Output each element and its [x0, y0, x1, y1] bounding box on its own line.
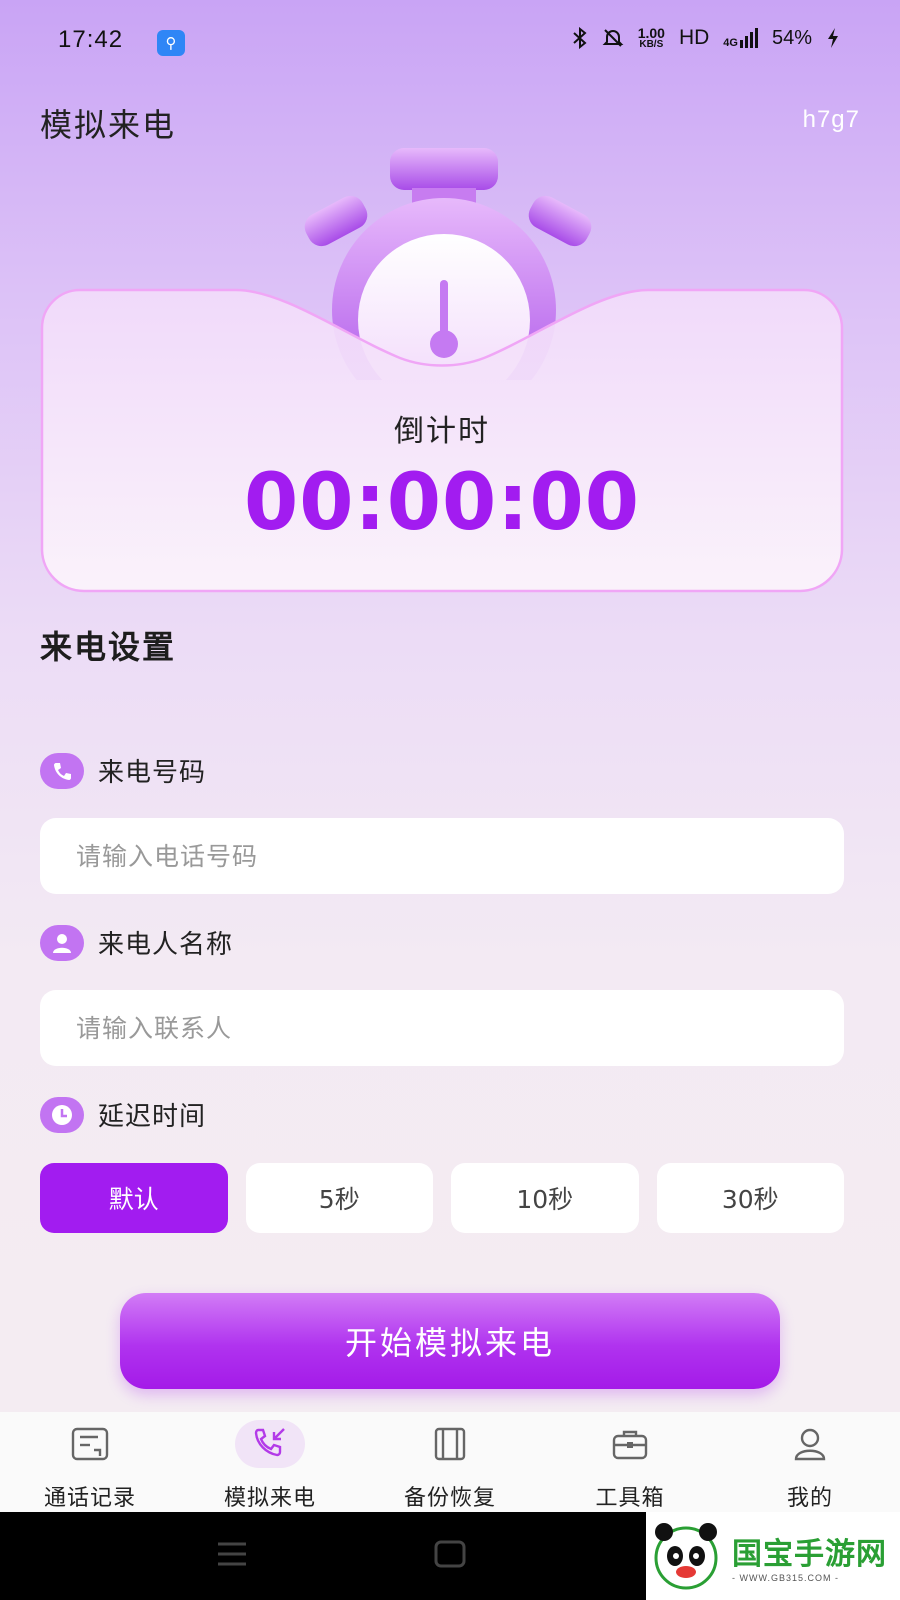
- bottom-nav: 通话记录 模拟来电 备份恢复 工具箱 我的: [0, 1412, 900, 1512]
- nav-label: 备份恢复: [403, 1486, 496, 1511]
- start-simulation-button[interactable]: 开始模拟来电: [120, 1293, 780, 1389]
- nav-label: 通话记录: [43, 1486, 136, 1511]
- phone-label: 来电号码: [98, 758, 207, 788]
- delay-options: 默认 5秒 10秒 30秒: [40, 1163, 844, 1233]
- home-icon[interactable]: [434, 1540, 466, 1568]
- call-log-icon: [55, 1420, 125, 1468]
- backup-icon: [415, 1420, 485, 1468]
- nav-item-call-log[interactable]: 通话记录: [0, 1412, 180, 1512]
- phone-icon: [40, 752, 84, 789]
- watermark-logo: 国宝手游网 - WWW.GB315.COM -: [646, 1512, 900, 1600]
- contact-icon: [40, 924, 84, 961]
- signal-icon: 4G: [723, 28, 758, 49]
- clock-icon: [40, 1096, 84, 1133]
- profile-icon: [775, 1420, 845, 1468]
- nav-item-profile[interactable]: 我的: [720, 1412, 900, 1512]
- phone-label-row: 来电号码: [40, 752, 206, 789]
- watermark-url: - WWW.GB315.COM -: [732, 1573, 839, 1583]
- caller-input[interactable]: [40, 990, 844, 1066]
- nav-label: 模拟来电: [223, 1486, 316, 1511]
- caller-label-row: 来电人名称: [40, 924, 233, 961]
- section-title: 来电设置: [40, 628, 177, 666]
- nav-label: 工具箱: [595, 1486, 665, 1511]
- nav-item-toolbox[interactable]: 工具箱: [540, 1412, 720, 1512]
- charging-icon: [828, 28, 838, 48]
- net-speed: 1.00 KB/S: [637, 25, 665, 50]
- incoming-call-icon: [235, 1420, 305, 1468]
- caller-input-box[interactable]: [40, 990, 844, 1066]
- countdown-label: 倒计时: [394, 414, 490, 449]
- delay-label-row: 延迟时间: [40, 1096, 206, 1133]
- nav-item-backup[interactable]: 备份恢复: [360, 1412, 540, 1512]
- menu-icon[interactable]: [216, 1540, 248, 1568]
- usb-icon: ⚲: [157, 30, 185, 56]
- hd-indicator: HD: [678, 26, 710, 49]
- panda-icon: [654, 1523, 718, 1590]
- page-title: 模拟来电: [40, 106, 177, 144]
- user-code[interactable]: h7g7: [803, 106, 860, 134]
- mute-bell-icon: [602, 29, 624, 47]
- countdown-timer: 00:00:00: [243, 458, 641, 548]
- nav-item-simulate-call[interactable]: 模拟来电: [180, 1412, 360, 1512]
- delay-option-10s[interactable]: 10秒: [451, 1163, 639, 1233]
- watermark-text: 国宝手游网: [732, 1537, 887, 1572]
- delay-label: 延迟时间: [98, 1102, 207, 1132]
- phone-input-box[interactable]: [40, 818, 844, 894]
- caller-label: 来电人名称: [98, 930, 234, 960]
- nav-label: 我的: [786, 1486, 833, 1511]
- toolbox-icon: [595, 1420, 665, 1468]
- delay-option-default[interactable]: 默认: [40, 1163, 228, 1233]
- status-icons: 1.00 KB/S HD 4G 54%: [572, 26, 840, 50]
- status-time: 17:42: [58, 26, 124, 53]
- delay-option-30s[interactable]: 30秒: [656, 1163, 844, 1233]
- bluetooth-icon: [573, 27, 587, 49]
- delay-option-5s[interactable]: 5秒: [245, 1163, 433, 1233]
- battery-level: 54%: [771, 26, 812, 49]
- phone-input[interactable]: [40, 818, 844, 894]
